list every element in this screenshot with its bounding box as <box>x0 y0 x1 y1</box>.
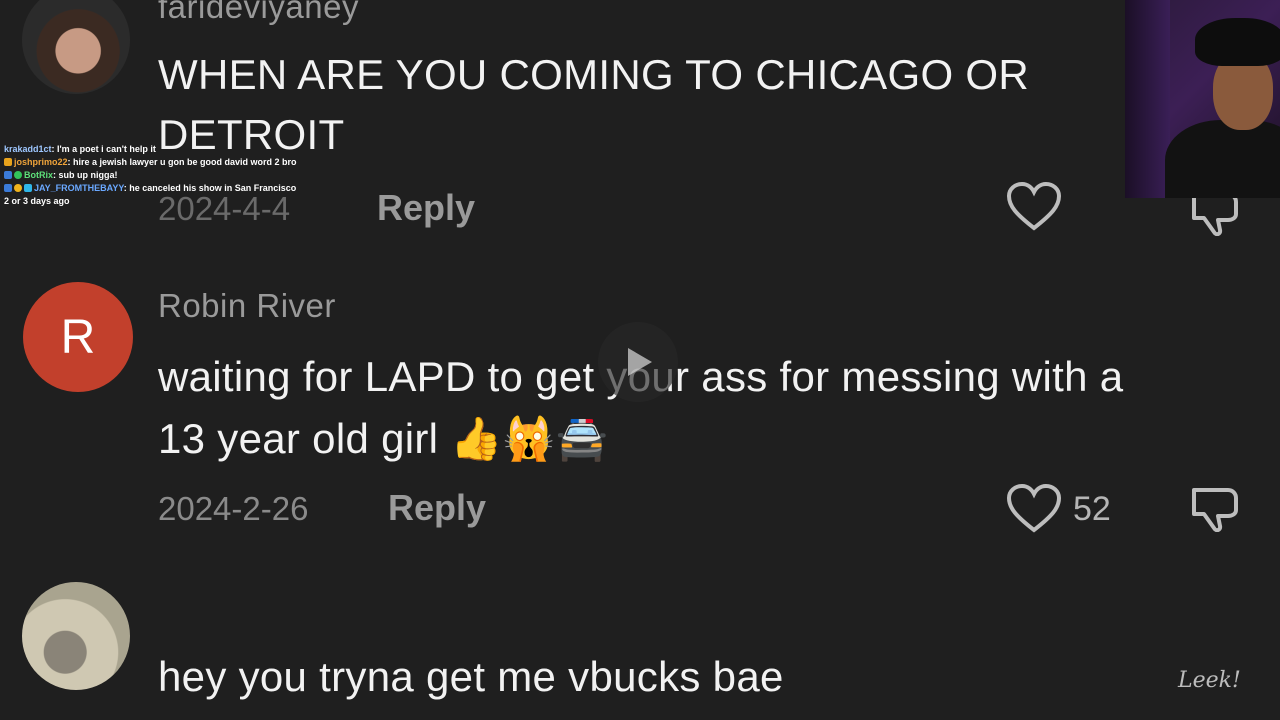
moderator-badge-icon <box>4 171 12 179</box>
subscriber-badge-icon <box>14 184 22 192</box>
streamer-body <box>1165 120 1280 198</box>
chat-text: sub up nigga! <box>58 170 118 180</box>
heart-icon[interactable] <box>1006 484 1062 534</box>
chat-text: I'm a poet i can't help it <box>57 144 156 154</box>
gift-badge-icon <box>24 184 32 192</box>
comment-1-text-line1: WHEN ARE YOU COMING TO CHICAGO OR <box>158 51 1030 98</box>
play-button[interactable] <box>598 322 678 402</box>
crown-badge-icon <box>4 158 12 166</box>
commenter-avatar-3[interactable] <box>22 582 130 690</box>
chat-username[interactable]: krakadd1ct <box>4 144 52 154</box>
comment-2-like-count: 52 <box>1073 490 1111 528</box>
channel-watermark: Leek! <box>1178 668 1241 693</box>
dislike-icon[interactable] <box>1188 488 1244 532</box>
chat-message: JAY_FROMTHEBAYY: he canceled his show in… <box>4 182 334 195</box>
streamer-webcam <box>1125 0 1280 198</box>
chat-username[interactable]: BotRix <box>24 170 53 180</box>
commenter-avatar-1[interactable] <box>22 0 130 94</box>
comment-2-username[interactable]: Robin River <box>158 287 336 325</box>
chat-username[interactable]: JAY_FROMTHEBAYY <box>34 183 124 193</box>
comment-2-text-line2: 13 year old girl 👍🙀🚔 <box>158 415 609 462</box>
commenter-avatar-2[interactable]: R <box>23 282 133 392</box>
heart-icon[interactable] <box>1006 182 1062 232</box>
chat-text: he canceled his show in San Francisco <box>129 183 297 193</box>
moderator-badge-icon <box>4 184 12 192</box>
verified-badge-icon <box>14 171 22 179</box>
comment-2-date: 2024-2-26 <box>158 490 309 527</box>
dislike-icon[interactable] <box>1188 192 1244 236</box>
chat-username[interactable]: joshprimo22 <box>14 157 68 167</box>
comment-3-text: hey you tryna get me vbucks bae <box>158 653 784 700</box>
video-frame: farideviyaney WHEN ARE YOU COMING TO CHI… <box>0 0 1280 720</box>
chat-message: krakadd1ct: I'm a poet i can't help it <box>4 144 156 154</box>
comment-1-username[interactable]: farideviyaney <box>158 0 359 26</box>
stream-chat: krakadd1ct: I'm a poet i can't help it j… <box>4 143 334 208</box>
chat-message: joshprimo22: hire a jewish lawyer u gon … <box>4 156 334 169</box>
webcam-background <box>1125 0 1170 198</box>
streamer-hat <box>1195 18 1280 66</box>
chat-message-continuation: 2 or 3 days ago <box>4 196 70 206</box>
chat-text: hire a jewish lawyer u gon be good david… <box>73 157 297 167</box>
comment-1-reply-button[interactable]: Reply <box>377 187 475 229</box>
chat-message: BotRix: sub up nigga! <box>4 169 334 182</box>
play-icon <box>628 348 652 376</box>
comment-2-reply-button[interactable]: Reply <box>388 487 486 529</box>
